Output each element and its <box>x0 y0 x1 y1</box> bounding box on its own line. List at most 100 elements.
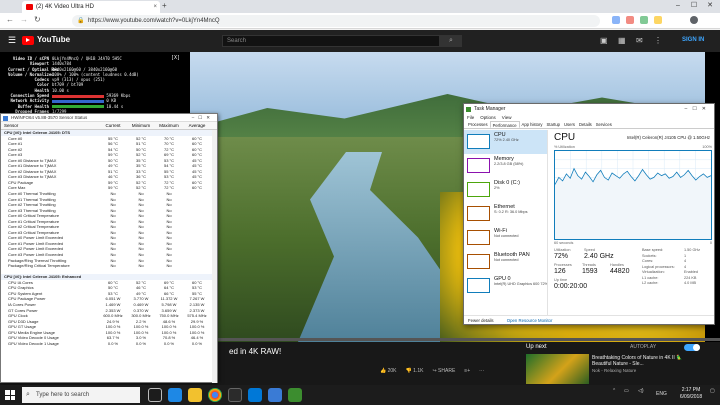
extension-icon[interactable] <box>612 16 620 24</box>
header-current[interactable]: Current <box>99 122 127 129</box>
file-explorer-icon[interactable] <box>188 388 202 402</box>
taskbar-clock[interactable]: 2:17 PM 6/09/2018 <box>676 387 706 401</box>
sensor-row[interactable]: GPU Video Decode 1 Usage 0.0 % 0.0 % 0.0 % 0… <box>1 341 217 347</box>
share-button[interactable]: ↪ SHARE <box>432 368 455 374</box>
hwinfo-title: HWiNFO64 v5.88-3570 Sensor Status <box>11 115 88 120</box>
upload-icon[interactable]: ▣ <box>600 36 608 45</box>
resource-value: Not connected <box>494 258 519 262</box>
apps-icon[interactable]: ▦ <box>618 36 626 45</box>
edge-icon[interactable] <box>168 388 182 402</box>
settings-icon[interactable]: ⋮ <box>654 36 662 45</box>
open-resource-monitor-link[interactable]: Open Resource Monitor <box>507 318 553 323</box>
tab-startup[interactable]: Startup <box>545 121 563 128</box>
maximize-button[interactable]: ☐ <box>686 0 702 12</box>
minimize-button[interactable]: – <box>670 0 686 12</box>
youtube-wordmark[interactable]: YouTube <box>37 35 70 44</box>
mail-icon[interactable] <box>248 388 262 402</box>
menu-item[interactable]: Options <box>480 114 496 121</box>
resource-item-cpu[interactable]: CPU 72% 2.40 GHz <box>464 130 547 154</box>
extension-icon[interactable] <box>626 16 634 24</box>
save-icon[interactable]: ≡+ <box>464 368 470 374</box>
hwinfo-titlebar[interactable]: HWiNFO64 v5.88-3570 Sensor Status –☐✕ <box>1 114 217 122</box>
notifications-icon[interactable]: ▢ <box>710 388 715 394</box>
messages-icon[interactable]: ✉ <box>636 36 643 45</box>
sensor-minimum: 0.0 % <box>135 340 147 346</box>
task-manager-titlebar[interactable]: Task Manager –☐✕ <box>464 104 714 114</box>
forward-icon[interactable]: → <box>20 15 28 24</box>
tab-users[interactable]: Users <box>562 121 577 128</box>
speed-value: 2.40 GHz <box>584 253 614 260</box>
chrome-icon[interactable] <box>208 388 222 402</box>
close-window-button[interactable]: ✕ <box>702 0 718 12</box>
tab-processes[interactable]: Processes <box>466 121 490 128</box>
task-manager-window-controls[interactable]: –☐✕ <box>685 104 711 114</box>
resource-value: 2.2/3.8 GB (58%) <box>494 162 524 166</box>
extension-icon[interactable] <box>640 16 648 24</box>
hamburger-menu-icon[interactable]: ☰ <box>8 35 16 46</box>
sign-in-button[interactable]: SIGN IN <box>682 37 704 43</box>
resource-item-gpu-0[interactable]: GPU 0 Intel(R) UHD Graphics 600 72% <box>464 274 547 298</box>
hwinfo-taskbar-icon[interactable] <box>268 388 282 402</box>
tray-chevron-icon[interactable]: ⌃ <box>612 388 616 394</box>
back-icon[interactable]: ← <box>6 15 14 24</box>
youtube-search-input[interactable]: Search <box>222 35 440 47</box>
search-icon: ⌕ <box>26 391 30 398</box>
header-average[interactable]: Average <box>183 122 211 129</box>
menu-item[interactable]: File <box>467 114 474 121</box>
cpu-detail-pane: CPU Intel(R) Celeron(R) J4105 CPU @ 1.50… <box>554 132 712 312</box>
task-view-icon[interactable] <box>148 388 162 402</box>
resource-item-disk-0-c[interactable]: Disk 0 (C:) 2% <box>464 178 547 202</box>
extension-icon[interactable] <box>654 16 662 24</box>
taskbar-search-placeholder: Type here to search <box>36 392 90 398</box>
browser-tab[interactable]: (2) 4K Video Ultra HD × <box>22 1 160 13</box>
next-video-thumbnail[interactable] <box>526 354 589 384</box>
taskbar-search-input[interactable]: ⌕ Type here to search <box>22 387 140 403</box>
task-manager-taskbar-icon[interactable] <box>288 388 302 402</box>
resource-item-wi-fi[interactable]: Wi-Fi Not connected <box>464 226 547 250</box>
fewer-details-link[interactable]: Fewer details <box>468 318 494 323</box>
like-button[interactable]: 👍 20K <box>380 368 397 374</box>
autoplay-toggle[interactable] <box>684 344 700 351</box>
resource-mini-graph <box>467 278 490 293</box>
clock-date: 6/09/2018 <box>679 394 703 400</box>
network-icon[interactable]: ▭ <box>624 388 629 394</box>
next-video-channel[interactable]: Nok - Relaxing Nature <box>592 368 636 373</box>
address-bar[interactable]: 🔒 https://www.youtube.com/watch?v=0LkjYn… <box>72 15 600 27</box>
next-video-title[interactable]: Breathtaking Colors of Nature in 4K II 🦜… <box>592 355 702 367</box>
resource-item-ethernet[interactable]: Ethernet S: 0.2 R: 36.0 Mbps <box>464 202 547 226</box>
header-sensor[interactable]: Sensor <box>1 122 99 129</box>
header-minimum[interactable]: Minimum <box>127 122 155 129</box>
search-icon[interactable]: ⌕ <box>440 35 462 47</box>
language-indicator[interactable]: ENG <box>656 391 667 397</box>
tab-performance[interactable]: Performance <box>489 121 520 128</box>
hwinfo-window-controls[interactable]: –☐✕ <box>192 114 214 122</box>
reload-icon[interactable]: ↻ <box>34 15 41 24</box>
stats-close-button[interactable]: [X] <box>171 55 180 61</box>
resource-mini-graph <box>467 182 490 197</box>
stats-value-text: 59369 Kbps <box>106 93 131 99</box>
handles-value: 44820 <box>610 268 630 275</box>
new-tab-button[interactable]: + <box>162 1 167 10</box>
profile-avatar[interactable] <box>690 16 698 24</box>
resource-value: 2% <box>494 186 500 190</box>
hwinfo-scrollbar[interactable] <box>212 130 217 383</box>
sensor-current <box>99 269 127 275</box>
volume-icon[interactable]: ◁) <box>638 388 644 394</box>
menu-item[interactable]: View <box>502 114 512 121</box>
cpu-model-name: Intel(R) Celeron(R) J4105 CPU @ 1.50GHz <box>626 135 710 140</box>
resource-item-bluetooth-pan[interactable]: Bluetooth PAN Not connected <box>464 250 547 274</box>
tab-services[interactable]: Services <box>594 121 614 128</box>
windows-start-icon[interactable] <box>5 390 15 400</box>
header-maximum[interactable]: Maximum <box>155 122 183 129</box>
store-icon[interactable] <box>228 388 242 402</box>
tab-app-history[interactable]: App history <box>520 121 545 128</box>
resource-item-memory[interactable]: Memory 2.2/3.8 GB (58%) <box>464 154 547 178</box>
sensor-average: 0.0 % <box>191 340 203 346</box>
tab-close-icon[interactable]: × <box>153 1 157 13</box>
stats-value-text: 10.00 s <box>52 87 69 93</box>
tab-details[interactable]: Details <box>577 121 594 128</box>
resource-value: 72% 2.40 GHz <box>494 138 519 142</box>
task-manager-title: Task Manager <box>474 106 506 112</box>
dislike-button[interactable]: 👎 1.1K <box>406 368 424 374</box>
more-icon[interactable]: ··· <box>479 368 484 374</box>
